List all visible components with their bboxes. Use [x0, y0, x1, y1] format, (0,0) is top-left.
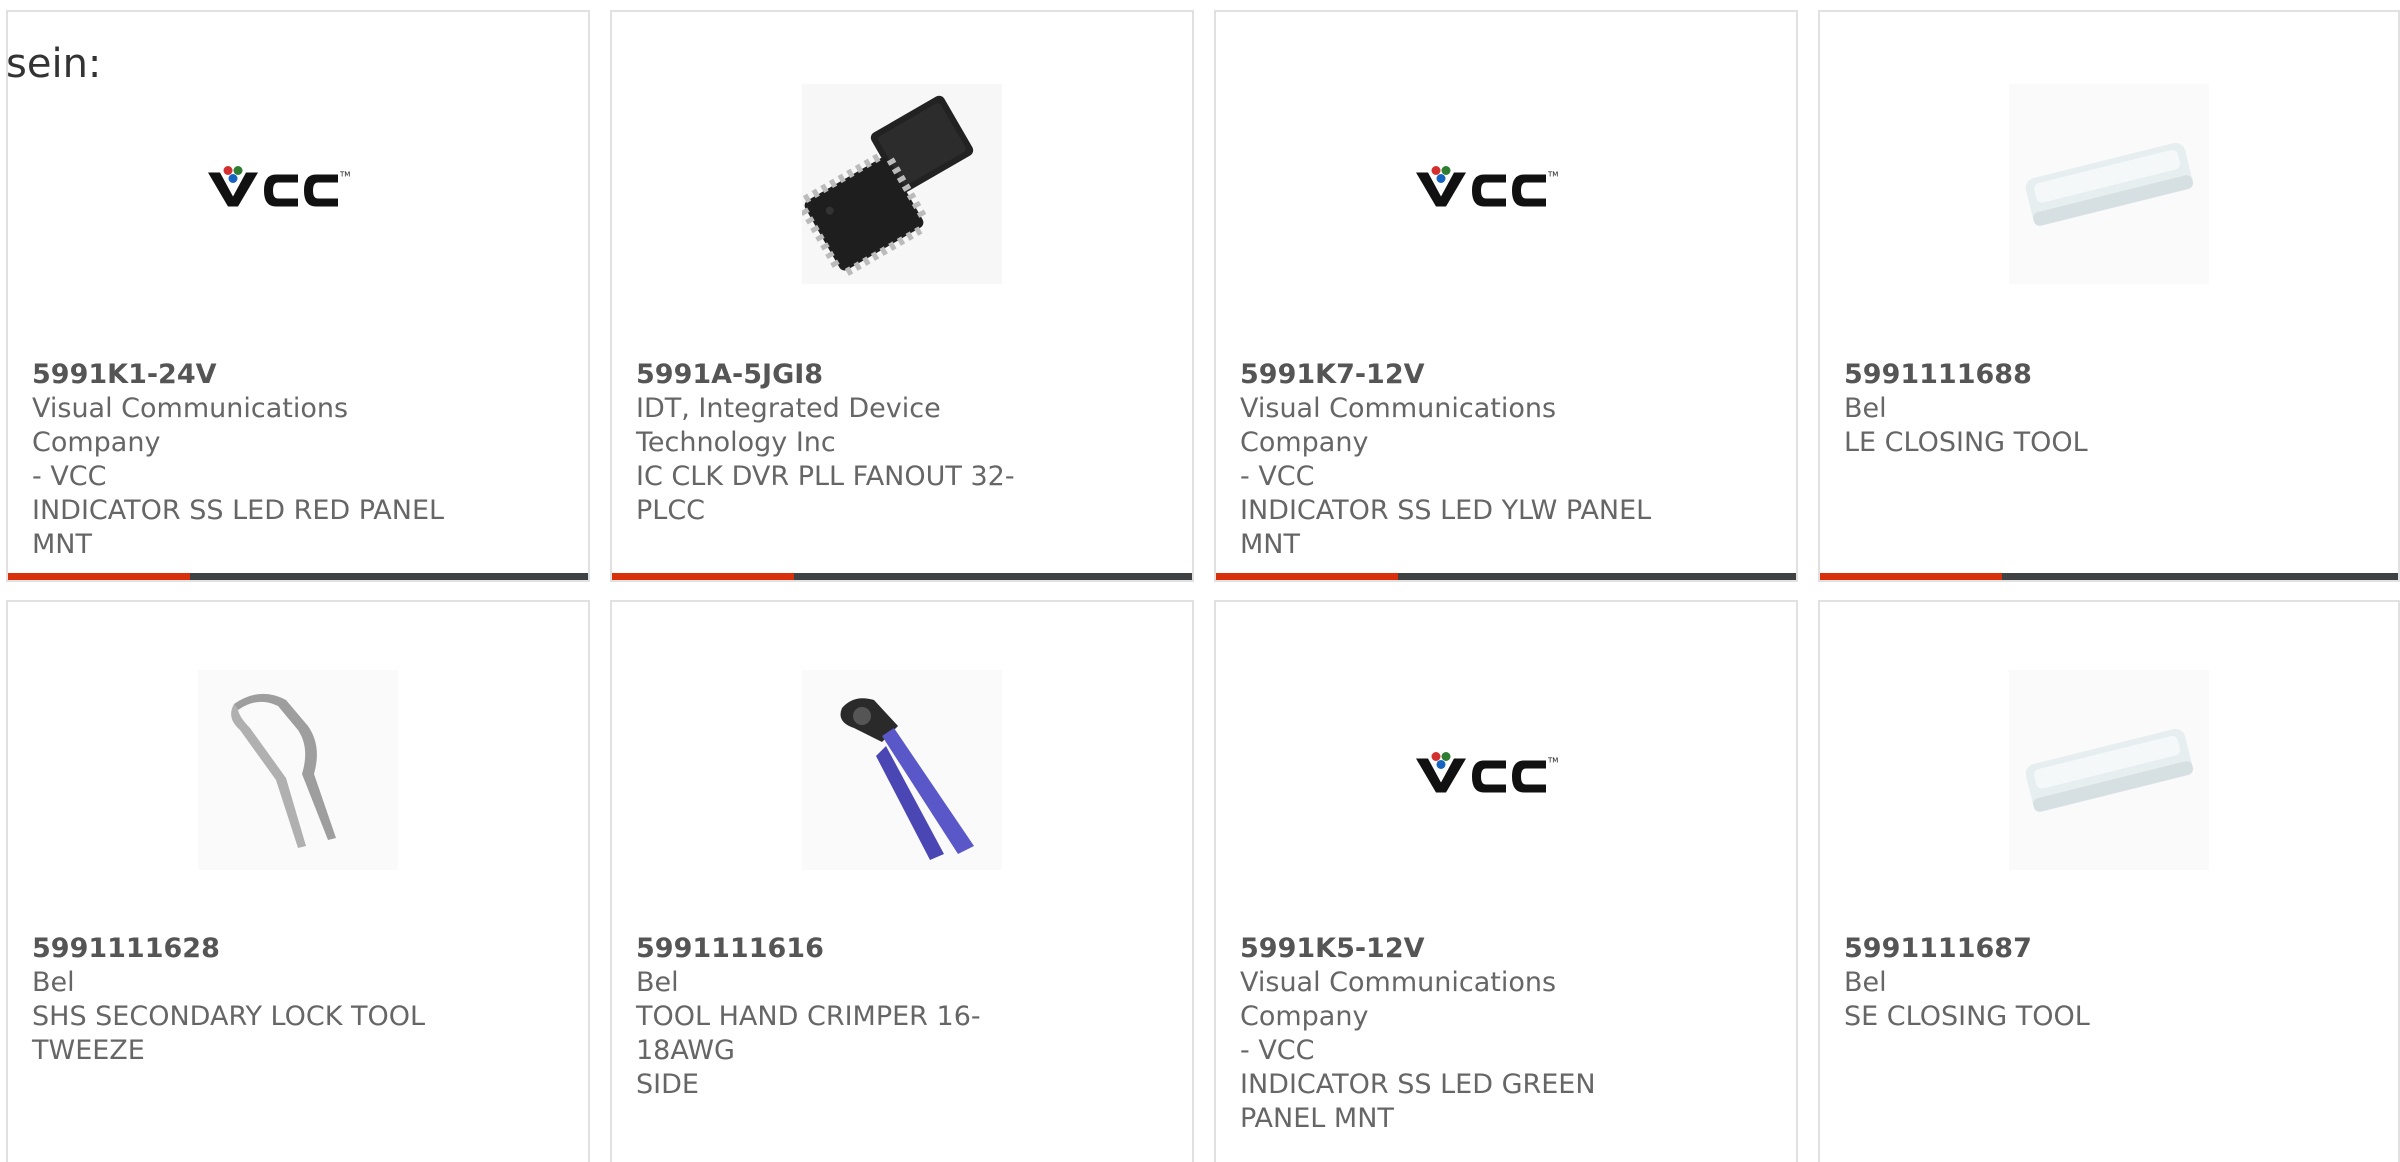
product-description: SIDE: [636, 1069, 699, 1100]
part-number-link[interactable]: 5991111628: [32, 932, 472, 966]
card-accent-bar: [1216, 573, 1796, 580]
manufacturer-name: Visual Communications Company: [32, 393, 349, 458]
tweezer-icon: [198, 670, 398, 870]
product-card[interactable]: 5991A-5JGI8 IDT, Integrated Device Technol…: [610, 10, 1194, 582]
product-description: INDICATOR SS LED GREEN: [1240, 1069, 1596, 1100]
product-description: INDICATOR SS LED RED PANEL: [32, 495, 445, 526]
product-info: 5991111687 Bel SE CLOSING TOOL: [1844, 932, 2284, 1034]
part-number-link[interactable]: 5991K1-24V: [32, 358, 472, 392]
product-description: SHS SECONDARY LOCK TOOL: [32, 1001, 426, 1032]
product-image[interactable]: [1406, 84, 1606, 284]
card-accent-bar: [612, 573, 1192, 580]
product-card[interactable]: 5991111616 Bel TOOL HAND CRIMPER 16-18AWG S…: [610, 600, 1194, 1162]
manufacturer-name: Bel: [32, 967, 75, 998]
manufacturer-name: - VCC: [1240, 461, 1315, 492]
product-image[interactable]: [802, 84, 1002, 284]
card-accent-bar: [1820, 573, 2398, 580]
product-info: 5991111628 Bel SHS SECONDARY LOCK TOOL TWEE…: [32, 932, 472, 1068]
product-image[interactable]: [198, 84, 398, 284]
manufacturer-name: IDT, Integrated Device: [636, 393, 941, 424]
card-accent-bar: [8, 573, 588, 580]
product-description: IC CLK DVR PLL FANOUT 32-: [636, 461, 1015, 492]
product-description: INDICATOR SS LED YLW PANEL: [1240, 495, 1652, 526]
product-description: SE CLOSING TOOL: [1844, 1001, 2090, 1032]
manufacturer-name: Bel: [636, 967, 679, 998]
product-image[interactable]: [802, 670, 1002, 870]
product-description: MNT: [1240, 529, 1300, 560]
manufacturer-name: Bel: [1844, 967, 1887, 998]
intro-text: sein:: [6, 41, 102, 87]
closing-tool-icon: [2009, 84, 2209, 284]
card-accent-highlight: [1216, 573, 1398, 580]
manufacturer-name: Visual Communications Company: [1240, 393, 1557, 458]
product-image[interactable]: [198, 670, 398, 870]
hand-crimper-icon: [802, 670, 1002, 870]
card-accent-highlight: [612, 573, 794, 580]
manufacturer-name: Technology Inc: [636, 427, 836, 458]
part-number-link[interactable]: 5991A-5JGI8: [636, 358, 1076, 392]
plcc-chip-icon: [802, 84, 1002, 284]
product-info: 5991111616 Bel TOOL HAND CRIMPER 16-18AWG S…: [636, 932, 1076, 1102]
product-description: TWEEZE: [32, 1035, 145, 1066]
product-image[interactable]: [2009, 84, 2209, 284]
product-image[interactable]: [2009, 670, 2209, 870]
product-description: MNT: [32, 529, 92, 560]
part-number-link[interactable]: 5991K5-12V: [1240, 932, 1680, 966]
product-grid: 5991K1-24V Visual Communications Company -…: [0, 0, 2400, 1162]
product-card[interactable]: 5991111687 Bel SE CLOSING TOOL: [1818, 600, 2400, 1162]
product-description: TOOL HAND CRIMPER 16-18AWG: [636, 1001, 981, 1066]
product-info: 5991K7-12V Visual Communications Company -…: [1240, 358, 1680, 562]
product-info: 5991111688 Bel LE CLOSING TOOL: [1844, 358, 2284, 460]
part-number-link[interactable]: 5991111616: [636, 932, 1076, 966]
vcc-logo-icon: [1406, 739, 1606, 802]
manufacturer-name: Bel: [1844, 393, 1887, 424]
manufacturer-name: - VCC: [32, 461, 107, 492]
part-number-link[interactable]: 5991K7-12V: [1240, 358, 1680, 392]
card-accent-highlight: [8, 573, 190, 580]
product-card[interactable]: 5991111688 Bel LE CLOSING TOOL: [1818, 10, 2400, 582]
product-description: LE CLOSING TOOL: [1844, 427, 2088, 458]
product-info: 5991K1-24V Visual Communications Company -…: [32, 358, 472, 562]
part-number-link[interactable]: 5991111687: [1844, 932, 2284, 966]
manufacturer-name: Visual Communications Company: [1240, 967, 1557, 1032]
product-info: 5991A-5JGI8 IDT, Integrated Device Technol…: [636, 358, 1076, 528]
product-card[interactable]: 5991111628 Bel SHS SECONDARY LOCK TOOL TWEE…: [6, 600, 590, 1162]
closing-tool-icon: [2009, 670, 2209, 870]
vcc-logo-icon: [1406, 153, 1606, 216]
product-card[interactable]: 5991K7-12V Visual Communications Company -…: [1214, 10, 1798, 582]
part-number-link[interactable]: 5991111688: [1844, 358, 2284, 392]
manufacturer-name: - VCC: [1240, 1035, 1315, 1066]
product-description: PLCC: [636, 495, 706, 526]
product-image[interactable]: [1406, 670, 1606, 870]
card-accent-highlight: [1820, 573, 2002, 580]
product-card[interactable]: 5991K5-12V Visual Communications Company -…: [1214, 600, 1798, 1162]
vcc-logo-icon: [198, 153, 398, 216]
product-info: 5991K5-12V Visual Communications Company -…: [1240, 932, 1680, 1136]
product-description: PANEL MNT: [1240, 1103, 1394, 1134]
product-card[interactable]: 5991K1-24V Visual Communications Company -…: [6, 10, 590, 582]
